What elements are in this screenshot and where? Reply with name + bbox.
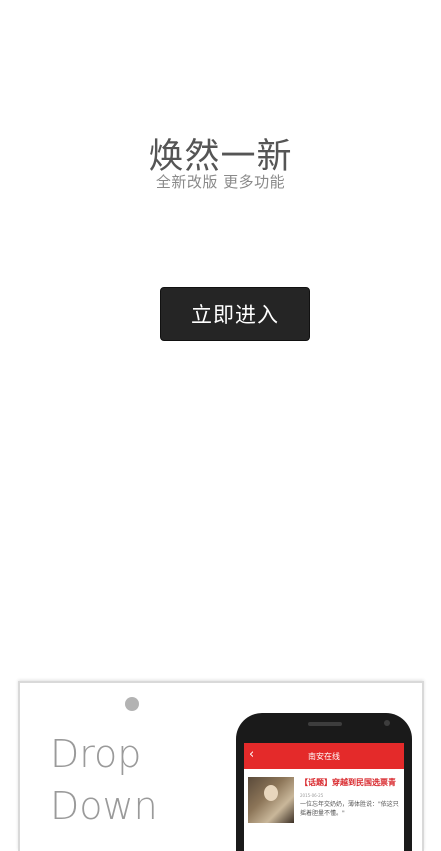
phone-mockup: ‹ 南安在线 【话题】穿越到民国选票青 2015-06-25 一位忘年交奶奶，薄… [236,713,412,851]
subheadline: 全新改版 更多功能 [155,173,286,191]
phone-camera [384,720,390,726]
phone-speaker [308,722,342,726]
promo-card: Drop Down ‹ 南安在线 【话题】穿越到民国选票青 2015-06-25… [18,681,424,851]
news-thumbnail [248,777,294,823]
news-date: 2015-06-25 [300,793,324,798]
promo-word-drop: Drop [50,732,142,776]
enter-button[interactable]: 立即进入 [160,287,310,341]
app-title: 南安在线 [308,751,340,761]
phone-screen: ‹ 南安在线 【话题】穿越到民国选票青 2015-06-25 一位忘年交奶奶，薄… [244,743,404,851]
promo-word-down: Down [50,784,158,828]
indicator-dot [125,697,139,711]
news-title: 【话题】穿越到民国选票青 [300,778,396,787]
back-chevron-icon: ‹ [249,747,255,762]
app-bar: ‹ 南安在线 [244,743,404,769]
news-snippet: 一位忘年交奶奶，薄体胜说："依这只摇着胆量不懂。" [300,801,399,817]
thumbnail-figure [264,785,278,801]
